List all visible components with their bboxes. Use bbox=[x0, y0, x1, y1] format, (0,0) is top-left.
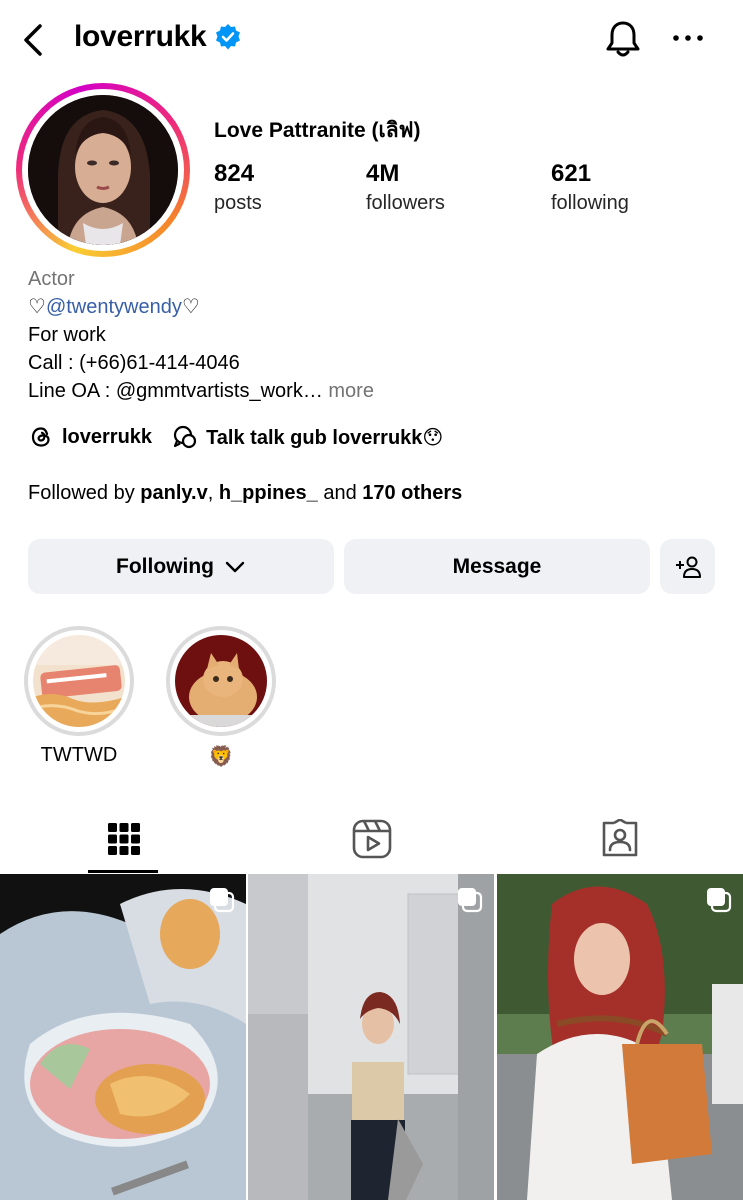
more-options-icon[interactable] bbox=[668, 28, 708, 48]
highlight-ring bbox=[24, 626, 134, 736]
following-label: following bbox=[551, 192, 629, 214]
heart-left: ♡ bbox=[28, 296, 46, 318]
followed-by-prefix: Followed by bbox=[28, 482, 141, 504]
highlight-ring bbox=[166, 626, 276, 736]
followed-by-others: 170 others bbox=[362, 482, 463, 504]
threads-icon bbox=[31, 427, 50, 447]
bio-line-call: Call : (+66)61-414-4046 bbox=[28, 352, 240, 374]
followers-count: 4M bbox=[366, 160, 400, 187]
suggest-people-button[interactable] bbox=[660, 539, 715, 594]
carousel-icon bbox=[707, 888, 732, 913]
bio-mention-line: ♡@twentywendy♡ bbox=[28, 293, 718, 321]
carousel-icon bbox=[210, 888, 235, 913]
post-image bbox=[248, 874, 494, 1200]
bio-more-link[interactable]: more bbox=[328, 380, 374, 402]
carousel-icon bbox=[458, 888, 483, 913]
followers-stat[interactable]: 4M followers bbox=[366, 160, 445, 215]
channel-link[interactable]: Talk talk gub loverrukk😯 bbox=[206, 425, 443, 450]
bio-line-lineoa: Line OA : @gmmtvartists_work… more bbox=[28, 377, 718, 405]
add-person-icon bbox=[675, 556, 701, 578]
grid-icon bbox=[108, 823, 140, 855]
heart-right: ♡ bbox=[181, 296, 200, 318]
username-text: loverrukk bbox=[74, 20, 207, 53]
bio-line-work: For work bbox=[28, 324, 106, 346]
post-thumbnail[interactable] bbox=[0, 874, 246, 1200]
reels-icon bbox=[352, 819, 392, 859]
highlight-cover bbox=[33, 635, 125, 727]
posts-grid bbox=[0, 874, 743, 1200]
post-image bbox=[0, 874, 246, 1200]
tab-reels[interactable] bbox=[248, 806, 496, 872]
highlight-lion[interactable]: 🦁 bbox=[166, 626, 276, 769]
bio-lineoa-text: Line OA : @gmmtvartists_work… bbox=[28, 380, 323, 402]
message-button[interactable]: Message bbox=[344, 539, 650, 594]
following-count: 621 bbox=[551, 160, 592, 187]
post-thumbnail[interactable] bbox=[497, 874, 743, 1200]
profile-username: loverrukk bbox=[74, 20, 242, 54]
avatar-portrait bbox=[28, 95, 178, 245]
tagged-person-icon bbox=[602, 819, 638, 857]
following-button-label: Following bbox=[116, 554, 214, 578]
followed-by-and: and bbox=[317, 482, 363, 504]
profile-links: loverrukk Talk talk gub loverrukk😯 bbox=[28, 424, 443, 450]
tab-posts-grid[interactable] bbox=[0, 806, 248, 872]
following-stat[interactable]: 621 following bbox=[551, 160, 629, 215]
story-ring[interactable] bbox=[16, 83, 190, 257]
top-bar: loverrukk bbox=[0, 0, 743, 80]
posts-count: 824 bbox=[214, 160, 255, 187]
back-arrow-icon[interactable] bbox=[18, 20, 50, 60]
profile-avatar[interactable] bbox=[28, 95, 178, 245]
category-label: Actor bbox=[28, 268, 75, 290]
full-name: Love Pattranite (เลิฟ) bbox=[214, 119, 421, 142]
highlight-twtwd[interactable]: TWTWD bbox=[24, 626, 134, 767]
broadcast-channel-icon bbox=[173, 425, 197, 449]
threads-link[interactable]: loverrukk bbox=[62, 426, 152, 449]
post-thumbnail[interactable] bbox=[248, 874, 494, 1200]
bio-mention-link[interactable]: @twentywendy bbox=[46, 296, 182, 318]
followers-label: followers bbox=[366, 192, 445, 214]
followed-by-user2: h_ppines_ bbox=[218, 482, 318, 504]
tab-tagged[interactable] bbox=[496, 806, 743, 872]
following-button[interactable]: Following bbox=[28, 539, 334, 594]
highlight-label: 🦁 bbox=[208, 746, 234, 768]
followed-by[interactable]: Followed by panly.v, h_ppines_ and 170 o… bbox=[28, 482, 462, 505]
bio: Actor ♡@twentywendy♡ For work Call : (+6… bbox=[28, 265, 718, 405]
chevron-down-icon bbox=[225, 561, 245, 572]
highlight-label: TWTWD bbox=[40, 744, 118, 766]
active-tab-indicator bbox=[88, 870, 158, 873]
posts-stat[interactable]: 824 posts bbox=[214, 160, 262, 215]
profile-tabs bbox=[0, 806, 743, 873]
followed-by-sep: , bbox=[207, 482, 219, 504]
message-button-label: Message bbox=[452, 554, 542, 578]
followed-by-user1: panly.v bbox=[140, 482, 208, 504]
highlight-cover bbox=[175, 635, 267, 727]
post-image bbox=[497, 874, 743, 1200]
posts-label: posts bbox=[214, 192, 262, 214]
notification-bell-icon[interactable] bbox=[602, 18, 644, 60]
verified-badge-icon bbox=[216, 24, 241, 50]
